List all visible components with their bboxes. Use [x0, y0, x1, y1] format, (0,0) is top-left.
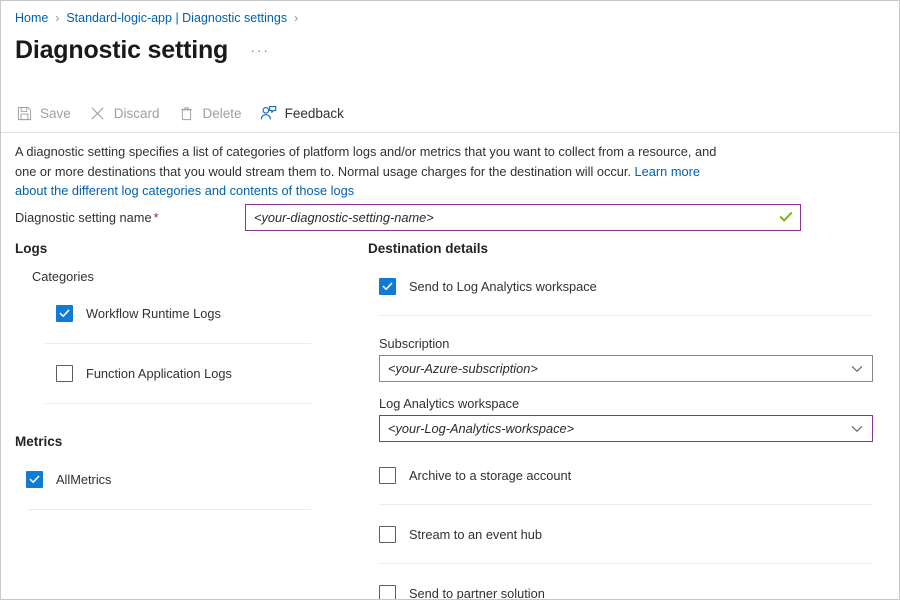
metrics-section-title: Metrics [15, 434, 345, 449]
log-category-row-function-application[interactable]: Function Application Logs [56, 362, 345, 384]
destination-row-archive-storage[interactable]: Archive to a storage account [379, 464, 878, 486]
save-label: Save [40, 106, 71, 121]
breadcrumb-item-home[interactable]: Home [15, 10, 48, 26]
log-analytics-workspace-dropdown[interactable]: <your-Log-Analytics-workspace> [379, 415, 873, 442]
label-workflow-runtime-logs: Workflow Runtime Logs [86, 306, 221, 321]
logs-section-title: Logs [15, 241, 345, 256]
required-marker: * [154, 210, 159, 225]
description-text: A diagnostic setting specifies a list of… [15, 142, 731, 201]
diagnostic-setting-name-row: Diagnostic setting name* [15, 203, 805, 231]
close-icon [89, 104, 107, 122]
command-bar-divider [1, 132, 899, 133]
checkbox-allmetrics[interactable] [26, 471, 43, 488]
checkbox-archive-storage-account[interactable] [379, 467, 396, 484]
feedback-button[interactable]: Feedback [260, 99, 344, 127]
checkbox-stream-event-hub[interactable] [379, 526, 396, 543]
diagnostic-setting-name-input[interactable] [246, 205, 800, 230]
feedback-label: Feedback [285, 106, 344, 121]
destination-row-partner-solution[interactable]: Send to partner solution [379, 582, 878, 600]
label-allmetrics: AllMetrics [56, 472, 111, 487]
logs-metrics-column: Logs Categories Workflow Runtime Logs Fu… [15, 241, 345, 510]
label-send-to-log-analytics: Send to Log Analytics workspace [409, 279, 597, 294]
checkbox-send-partner-solution[interactable] [379, 585, 396, 600]
diagnostic-setting-page: Home › Standard-logic-app | Diagnostic s… [0, 0, 900, 600]
checkbox-send-to-log-analytics[interactable] [379, 278, 396, 295]
chevron-down-icon [842, 365, 872, 373]
label-archive-storage-account: Archive to a storage account [409, 468, 571, 483]
log-analytics-workspace-label: Log Analytics workspace [379, 396, 873, 411]
delete-label: Delete [203, 106, 242, 121]
diagnostic-setting-name-input-wrapper [245, 204, 801, 231]
name-label-text: Diagnostic setting name [15, 210, 152, 225]
breadcrumb-chevron-icon-2: › [294, 10, 298, 26]
more-options-button[interactable]: ··· [250, 41, 270, 61]
subscription-dropdown[interactable]: <your-Azure-subscription> [379, 355, 873, 382]
label-function-application-logs: Function Application Logs [86, 366, 232, 381]
description-body: A diagnostic setting specifies a list of… [15, 144, 716, 179]
checkbox-function-application-logs[interactable] [56, 365, 73, 382]
label-stream-event-hub: Stream to an event hub [409, 527, 542, 542]
metrics-divider-1 [28, 509, 311, 510]
title-row: Diagnostic setting ··· [15, 34, 270, 66]
delete-button[interactable]: Delete [178, 99, 242, 127]
feedback-icon [260, 104, 278, 122]
save-button[interactable]: Save [15, 99, 71, 127]
label-send-partner-solution: Send to partner solution [409, 586, 545, 600]
breadcrumb-chevron-icon: › [55, 10, 59, 26]
breadcrumb: Home › Standard-logic-app | Diagnostic s… [15, 10, 305, 26]
subscription-field: Subscription <your-Azure-subscription> [379, 336, 873, 382]
breadcrumb-item-resource[interactable]: Standard-logic-app | Diagnostic settings [66, 10, 287, 26]
destination-row-log-analytics[interactable]: Send to Log Analytics workspace [379, 275, 878, 297]
subscription-value: <your-Azure-subscription> [380, 361, 842, 376]
save-icon [15, 104, 33, 122]
destination-row-event-hub[interactable]: Stream to an event hub [379, 523, 878, 545]
discard-button[interactable]: Discard [89, 99, 160, 127]
chevron-down-icon-2 [842, 425, 872, 433]
logs-categories-label: Categories [32, 269, 345, 284]
diagnostic-setting-name-label: Diagnostic setting name* [15, 210, 245, 225]
log-category-row-workflow-runtime[interactable]: Workflow Runtime Logs [56, 302, 345, 324]
checkbox-workflow-runtime-logs[interactable] [56, 305, 73, 322]
page-title: Diagnostic setting [15, 34, 228, 66]
subscription-label: Subscription [379, 336, 873, 351]
discard-label: Discard [114, 106, 160, 121]
log-analytics-workspace-value: <your-Log-Analytics-workspace> [380, 421, 842, 436]
log-analytics-workspace-field: Log Analytics workspace <your-Log-Analyt… [379, 396, 873, 442]
destination-details-column: Destination details Send to Log Analytic… [368, 241, 878, 600]
validation-check-icon [779, 210, 793, 224]
metric-row-allmetrics[interactable]: AllMetrics [26, 468, 345, 490]
command-bar: Save Discard Delete [15, 99, 362, 127]
destination-section-title: Destination details [368, 241, 878, 256]
trash-icon [178, 104, 196, 122]
